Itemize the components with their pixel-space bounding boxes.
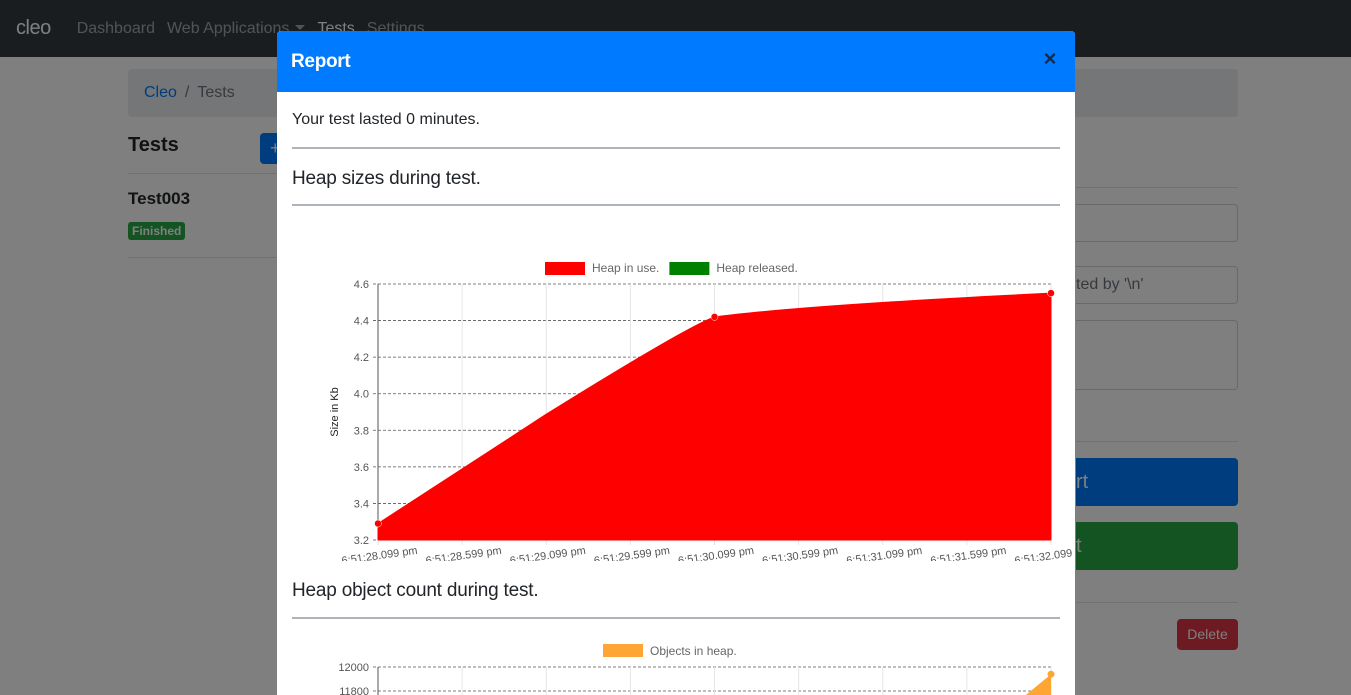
x-tick-label: 6:51:30.599 pm bbox=[762, 545, 839, 561]
x-tick-label: 6:51:28.599 pm bbox=[425, 545, 502, 561]
legend-swatch-1 bbox=[669, 262, 710, 275]
data-point bbox=[374, 519, 382, 528]
y-tick-label: 4.6 bbox=[354, 279, 369, 291]
x-tick-label: 6:51:31.599 pm bbox=[930, 545, 1007, 561]
legend-swatch-0 bbox=[603, 644, 643, 657]
x-tick-label: 6:51:31.099 pm bbox=[846, 545, 923, 561]
legend-label-0: Objects in heap. bbox=[650, 644, 737, 658]
test-duration-text: Your test lasted 0 minutes. bbox=[292, 111, 480, 128]
y-tick-label: 3.4 bbox=[354, 498, 369, 510]
divider bbox=[292, 204, 1060, 206]
heap-object-chart: Objects in heap. 12000 11800 bbox=[338, 644, 1055, 695]
data-point bbox=[1047, 670, 1055, 678]
y-tick-label: 11800 bbox=[339, 686, 369, 695]
series-area-0 bbox=[1025, 674, 1051, 695]
legend-label-1: Heap released. bbox=[716, 261, 797, 275]
x-tick-label: 6:51:28.099 pm bbox=[341, 545, 418, 561]
x-tick-label: 6:51:29.099 pm bbox=[509, 545, 586, 561]
heap-size-chart: Heap in use. Heap released. 3.2 3.4 3.6 3.8 4.… bbox=[329, 261, 1075, 561]
modal-title: Report bbox=[291, 50, 351, 72]
modal-header: Report × bbox=[277, 31, 1075, 92]
data-point bbox=[710, 313, 719, 321]
report-modal: Report × Your test lasted 0 minutes. Hea… bbox=[277, 31, 1075, 695]
y-tick-label: 4.4 bbox=[354, 316, 369, 328]
y-tick-label: 3.2 bbox=[354, 535, 369, 547]
y-axis-label: Size in Kb bbox=[329, 387, 341, 437]
legend-label-0: Heap in use. bbox=[592, 261, 659, 275]
y-tick-label: 4.2 bbox=[354, 352, 369, 364]
y-tick-label: 4.0 bbox=[354, 389, 369, 401]
series-area-0 bbox=[377, 292, 1052, 541]
x-tick-label: 6:51:32.099 pm bbox=[1014, 545, 1075, 561]
divider bbox=[292, 147, 1060, 149]
divider bbox=[292, 617, 1060, 619]
x-tick-label: 6:51:30.099 pm bbox=[677, 545, 754, 561]
y-tick-label: 3.6 bbox=[354, 462, 369, 474]
x-tick-label: 6:51:29.599 pm bbox=[593, 545, 670, 561]
y-tick-label: 12000 bbox=[338, 662, 369, 674]
heap-object-section-title: Heap object count during test. bbox=[292, 580, 539, 601]
legend-swatch-0 bbox=[545, 262, 585, 275]
heap-size-section-title: Heap sizes during test. bbox=[292, 168, 481, 189]
y-tick-label: 3.8 bbox=[354, 425, 369, 437]
data-point bbox=[1047, 289, 1055, 297]
close-icon[interactable]: × bbox=[1041, 48, 1059, 70]
